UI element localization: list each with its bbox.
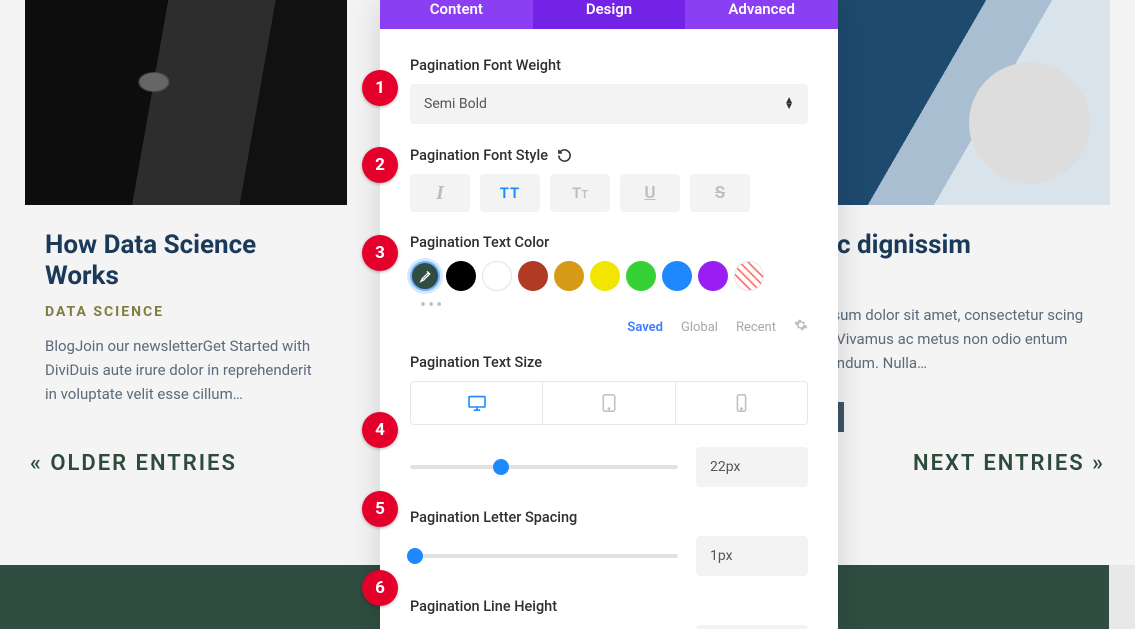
label-letter-spacing: Pagination Letter Spacing: [410, 509, 808, 526]
settings-panel: Content Design Advanced Pagination Font …: [380, 0, 838, 629]
recent-colors-link[interactable]: Recent: [736, 320, 776, 335]
color-swatch[interactable]: [662, 261, 692, 291]
panel-body[interactable]: Pagination Font Weight Semi Bold ▲▼ Pagi…: [380, 29, 838, 629]
line-height-slider-row: 1.7em: [410, 625, 808, 629]
color-swatch[interactable]: [446, 261, 476, 291]
transparent-swatch[interactable]: [734, 261, 764, 291]
annotation-badge-4: 4: [362, 412, 398, 448]
font-style-buttons: I TT TT U S: [410, 174, 808, 212]
underline-button[interactable]: U: [620, 174, 680, 212]
uppercase-button[interactable]: TT: [480, 174, 540, 212]
text-size-value[interactable]: 22px: [696, 447, 808, 487]
tablet-tab[interactable]: [543, 382, 675, 424]
text-size-slider[interactable]: [410, 465, 678, 469]
edge-card: [1109, 565, 1135, 629]
letter-spacing-value[interactable]: 1px: [696, 536, 808, 576]
tab-content[interactable]: Content: [380, 0, 533, 29]
font-weight-select[interactable]: Semi Bold ▲▼: [410, 84, 808, 124]
slider-thumb[interactable]: [407, 548, 423, 564]
letter-spacing-slider[interactable]: [410, 554, 678, 558]
phone-tab[interactable]: [676, 382, 807, 424]
card-image: [25, 0, 347, 205]
select-arrows-icon: ▲▼: [784, 98, 794, 110]
global-colors-link[interactable]: Global: [681, 320, 718, 335]
annotation-badge-2: 2: [362, 147, 398, 183]
responsive-device-tabs: [410, 381, 808, 425]
blog-card-left: How Data Science Works DATA SCIENCE Blog…: [25, 0, 347, 406]
card-category[interactable]: DATA SCIENCE: [45, 304, 327, 320]
older-entries-link[interactable]: « OLDER ENTRIES: [30, 451, 237, 476]
slider-thumb[interactable]: [493, 459, 509, 475]
saved-colors-link[interactable]: Saved: [627, 320, 663, 335]
line-height-value[interactable]: 1.7em: [696, 625, 808, 629]
font-weight-value: Semi Bold: [424, 96, 487, 112]
label-font-style: Pagination Font Style: [410, 146, 808, 164]
card-excerpt: BlogJoin our newsletterGet Started with …: [45, 334, 327, 406]
color-swatches: [410, 261, 808, 291]
color-swatch[interactable]: [626, 261, 656, 291]
annotation-badge-1: 1: [362, 70, 398, 106]
color-palette-links: Saved Global Recent: [410, 318, 808, 336]
gear-icon[interactable]: [794, 318, 808, 336]
color-swatch[interactable]: [554, 261, 584, 291]
card-title[interactable]: How Data Science Works: [45, 230, 327, 292]
panel-tabs: Content Design Advanced: [380, 0, 838, 29]
strikethrough-button[interactable]: S: [690, 174, 750, 212]
color-swatch[interactable]: [698, 261, 728, 291]
annotation-badge-3: 3: [362, 235, 398, 271]
card-excerpt: n ipsum dolor sit amet, consectetur scin…: [808, 303, 1090, 375]
card-category[interactable]: LTH: [808, 273, 1090, 289]
annotation-badge-6: 6: [362, 570, 398, 606]
color-swatch[interactable]: [482, 261, 512, 291]
smallcaps-button[interactable]: TT: [550, 174, 610, 212]
color-swatch[interactable]: [518, 261, 548, 291]
desktop-tab[interactable]: [411, 382, 543, 424]
tab-design[interactable]: Design: [533, 0, 686, 29]
color-swatch[interactable]: [590, 261, 620, 291]
label-font-weight: Pagination Font Weight: [410, 57, 808, 74]
italic-button[interactable]: I: [410, 174, 470, 212]
more-colors-button[interactable]: •••: [410, 295, 808, 316]
next-entries-link[interactable]: NEXT ENTRIES »: [913, 451, 1105, 476]
annotation-badge-5: 5: [362, 491, 398, 527]
label-text-color: Pagination Text Color: [410, 234, 808, 251]
card-title[interactable]: nec dignissim: [808, 230, 1090, 261]
letter-spacing-slider-row: 1px: [410, 536, 808, 576]
text-size-slider-row: 22px: [410, 447, 808, 487]
reset-icon[interactable]: [556, 146, 574, 164]
label-line-height: Pagination Line Height: [410, 598, 808, 615]
tab-advanced[interactable]: Advanced: [685, 0, 838, 29]
label-text-size: Pagination Text Size: [410, 354, 808, 371]
color-picker-swatch[interactable]: [410, 261, 440, 291]
